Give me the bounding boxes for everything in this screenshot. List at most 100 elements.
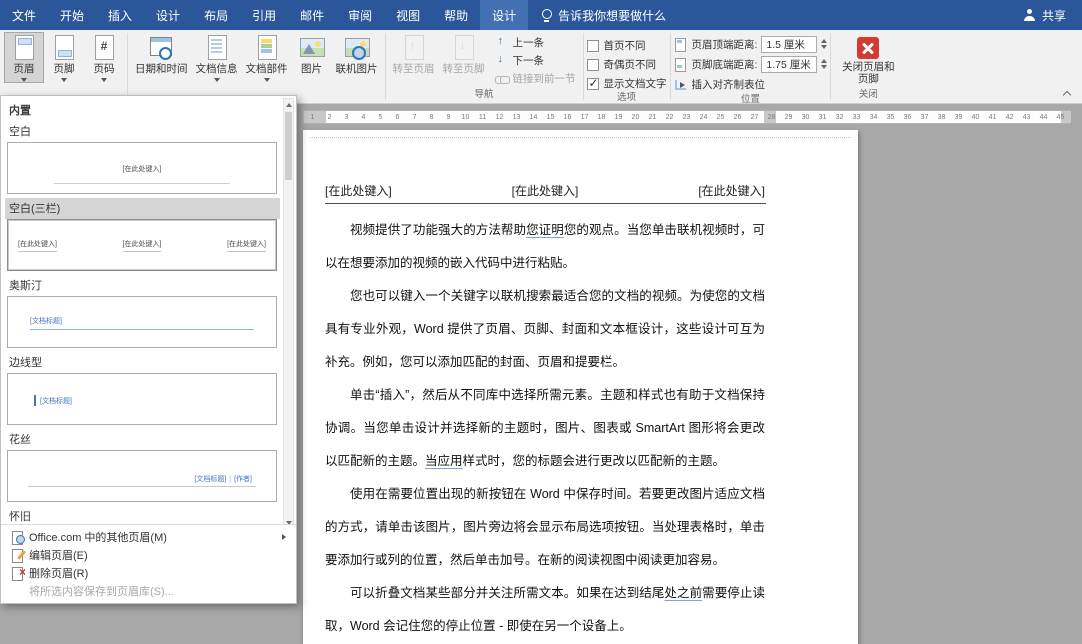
gallery-item-retrospect[interactable]: 怀旧 [文档标题] [日期] (5, 506, 280, 524)
spin-down-icon[interactable] (821, 45, 827, 49)
gallery-item-sideline[interactable]: 边线型 [文档标题] (5, 352, 280, 425)
close-header-footer-button[interactable]: 关闭页眉和页脚 (834, 32, 902, 86)
gallery-item-preview[interactable]: [在此处键入] [在此处键入] [在此处键入] (7, 219, 277, 271)
scroll-down-icon[interactable] (284, 517, 293, 524)
gallery-item-blank[interactable]: 空白 [在此处键入] (5, 121, 280, 194)
gallery-item-preview[interactable]: [文档标题]|[作者] (7, 450, 277, 502)
page-number-button[interactable]: 页码 (84, 32, 124, 83)
more-headers-menu-item[interactable]: Office.com 中的其他页眉(M) (3, 528, 294, 546)
chevron-down-icon (21, 78, 27, 82)
ribbon-tab[interactable]: 视图 (384, 0, 432, 30)
gallery-item-name: 边线型 (5, 352, 280, 373)
group-label: 关闭 (831, 88, 905, 103)
ruler-number: 2 (321, 111, 338, 123)
body-text: 使用在需要位置出现的新按钮在 Word 中保存时间。若要更改图片适应文档的方式，… (325, 487, 765, 567)
checkbox[interactable] (587, 40, 599, 52)
goto-footer-button[interactable]: 转至页脚 (439, 32, 489, 77)
scroll-thumb[interactable] (285, 112, 292, 180)
ruler-number: 15 (542, 111, 559, 123)
ruler-number: 44 (1035, 111, 1052, 123)
option-checkbox-row[interactable]: 显示文档文字 (587, 76, 667, 91)
ribbon-tab[interactable]: 插入 (96, 0, 144, 30)
preview-placeholder: [文档标题] (30, 318, 62, 325)
ribbon-group-close: 关闭页眉和页脚 关闭 (831, 30, 905, 103)
quick-parts-button[interactable]: 文档部件 (242, 32, 292, 83)
spin-up-icon[interactable] (821, 39, 827, 43)
ruler-number: 31 (814, 111, 831, 123)
horizontal-ruler[interactable]: 1234567891011121314151617181920212223242… (303, 110, 1070, 124)
gallery-scrollbar[interactable] (283, 98, 294, 524)
footer-button[interactable]: 页脚 (44, 32, 84, 83)
ribbon-tab[interactable]: 审阅 (336, 0, 384, 30)
ruler-number: 5 (372, 111, 389, 123)
insert-alignment-tab-button[interactable]: 插入对齐制表位 (674, 75, 828, 93)
person-icon (1023, 9, 1036, 21)
ribbon-tab[interactable]: 帮助 (432, 0, 480, 30)
spin-up-icon[interactable] (821, 59, 827, 63)
spin-down-icon[interactable] (821, 65, 827, 69)
ribbon-tab[interactable]: 布局 (192, 0, 240, 30)
option-checkbox-row[interactable]: 首页不同 (587, 38, 667, 53)
page-header[interactable]: [在此处键入] [在此处键入] [在此处键入] (325, 182, 765, 199)
preview-divider: | (229, 476, 231, 483)
ribbon-tab[interactable]: 文件 (0, 0, 48, 30)
ribbon-tab[interactable]: 引用 (240, 0, 288, 30)
online-pictures-button[interactable]: 联机图片 (332, 32, 382, 77)
paragraph[interactable]: 您也可以键入一个关键字以联机搜索最适合您的文档的视频。为使您的文档具有专业外观，… (325, 280, 765, 379)
header-placeholder[interactable]: [在此处键入] (325, 182, 392, 199)
ruler-number: 24 (695, 111, 712, 123)
ruler-number: 29 (780, 111, 797, 123)
paragraph[interactable]: 使用在需要位置出现的新按钮在 Word 中保存时间。若要更改图片适应文档的方式，… (325, 478, 765, 577)
goto-header-button[interactable]: 转至页眉 (389, 32, 439, 77)
header-distance-input[interactable]: 1.5 厘米 (761, 36, 817, 53)
proofing-marked-text: 处之前 (664, 586, 702, 600)
gallery-item-filigree[interactable]: 花丝 [文档标题]|[作者] (5, 429, 280, 502)
footer-distance-label: 页脚底端距离: (692, 57, 758, 72)
date-time-button[interactable]: 日期和时间 (131, 32, 192, 77)
document-info-button[interactable]: 文档信息 (192, 32, 242, 83)
remove-header-menu-item[interactable]: 删除页眉(R) (3, 564, 294, 582)
tell-me-box[interactable]: 告诉我你想要做什么 (528, 0, 678, 30)
ribbon-tab-label: 布局 (204, 7, 228, 24)
footer-distance-spinner[interactable] (821, 59, 827, 69)
checkbox[interactable] (587, 59, 599, 71)
footer-from-bottom-row: 页脚底端距离: 1.75 厘米 (674, 55, 828, 73)
pictures-button[interactable]: 图片 (292, 32, 332, 77)
ribbon-tab[interactable]: 邮件 (288, 0, 336, 30)
ribbon-tab[interactable]: 设计 (144, 0, 192, 30)
collapse-ribbon-icon[interactable] (1063, 89, 1072, 98)
paragraph[interactable]: 可以折叠文档某些部分并关注所需文本。如果在达到结尾处之前需要停止读取，Word … (325, 577, 765, 643)
next-icon (495, 54, 509, 68)
previous-button[interactable]: 上一条 (491, 34, 580, 51)
header-button[interactable]: 页眉 (4, 32, 44, 83)
link-to-previous-button[interactable]: 链接到前一节 (491, 70, 580, 87)
titlebar: 文件 开始 插入 设计 布局 引用 (0, 0, 1082, 30)
share-button[interactable]: 共享 (1007, 0, 1082, 30)
ribbon-tab[interactable]: 设计 (480, 0, 528, 30)
ruler-number: 42 (1001, 111, 1018, 123)
paragraph[interactable]: 单击“插入”，然后从不同库中选择所需元素。主题和样式也有助于文档保持协调。当您单… (325, 379, 765, 478)
gallery-item-preview[interactable]: [在此处键入] (7, 142, 277, 194)
footer-distance-input[interactable]: 1.75 厘米 (761, 56, 817, 73)
ruler-number: 45 (1052, 111, 1069, 123)
preview-placeholder: [文档标题] (40, 396, 72, 406)
gallery-item-blank-three-columns[interactable]: 空白(三栏) [在此处键入] [在此处键入] [在此处键入] (5, 198, 280, 271)
header-placeholder[interactable]: [在此处键入] (698, 182, 765, 199)
ruler-number: 6 (389, 111, 406, 123)
paragraph[interactable]: 视频提供了功能强大的方法帮助您证明您的观点。当您单击联机视频时，可以在想要添加的… (325, 214, 765, 280)
gallery-item-preview[interactable]: [文档标题] (7, 373, 277, 425)
ruler-number: 30 (797, 111, 814, 123)
option-checkbox-row[interactable]: 奇偶页不同 (587, 57, 667, 72)
header-distance-spinner[interactable] (821, 39, 827, 49)
ruler-number: 4 (355, 111, 372, 123)
ribbon-tab[interactable]: 开始 (48, 0, 96, 30)
header-placeholder[interactable]: [在此处键入] (512, 182, 579, 199)
scroll-up-icon[interactable] (284, 99, 293, 111)
gallery-item-preview[interactable]: [文档标题] (7, 296, 277, 348)
document-page[interactable]: [在此处键入] [在此处键入] [在此处键入] 视频提供了功能强大的方法帮助您证明您… (303, 130, 858, 644)
next-button[interactable]: 下一条 (491, 52, 580, 69)
gallery-item-austin[interactable]: 奥斯汀 [文档标题] (5, 275, 280, 348)
header-distance-icon (674, 37, 688, 51)
checkbox[interactable] (587, 78, 599, 90)
edit-header-menu-item[interactable]: 编辑页眉(E) (3, 546, 294, 564)
